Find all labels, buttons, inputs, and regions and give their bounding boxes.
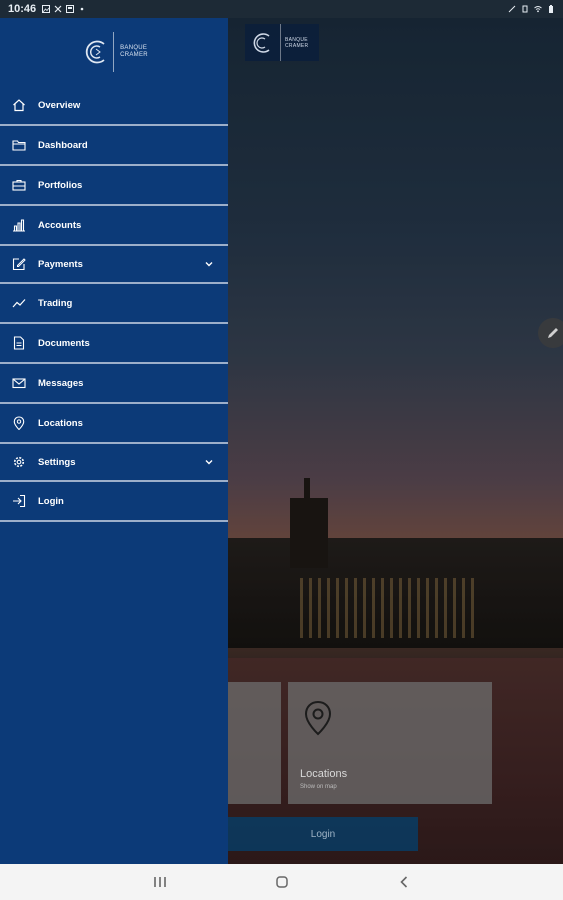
menu-item-trading[interactable]: Trading [0, 284, 228, 324]
map-pin-icon [304, 700, 332, 736]
edit-square-icon [12, 257, 26, 271]
home-icon [12, 98, 26, 112]
pencil-icon [548, 328, 558, 338]
home-circle-icon [275, 876, 288, 888]
trend-icon [12, 296, 26, 310]
menu-item-label: Overview [38, 99, 81, 111]
gear-icon [12, 455, 26, 469]
chevron-down-icon[interactable] [204, 457, 214, 467]
menu-item-settings[interactable]: Settings [0, 444, 228, 482]
status-time: 10:46 [8, 3, 37, 15]
image-notification-icon [42, 5, 51, 13]
back-chevron-icon [399, 876, 407, 888]
menu-item-label: Documents [38, 337, 90, 349]
menu-item-payments[interactable]: Payments [0, 246, 228, 284]
recent-apps-icon [153, 877, 166, 887]
navigation-drawer: BANQUE CRAMER Overview Dashboard Portfol… [0, 18, 228, 864]
brand-line-1: BANQUE [285, 36, 308, 43]
locations-tile-subtitle: Show on map [300, 784, 337, 790]
drawer-logo: BANQUE CRAMER [0, 18, 228, 86]
home-button[interactable] [272, 872, 292, 892]
menu-item-label: Settings [38, 456, 76, 468]
bar-chart-icon [12, 218, 26, 232]
back-button[interactable] [394, 872, 414, 892]
drawer-brand-line-2: CRAMER [120, 52, 148, 58]
menu-item-label: Dashboard [38, 139, 88, 151]
chevron-down-icon[interactable] [204, 259, 214, 269]
tools-notification-icon [54, 5, 62, 13]
menu-item-label: Locations [38, 417, 83, 429]
system-navigation-bar [0, 864, 563, 900]
banque-cramer-logo-icon [85, 40, 105, 64]
signal-off-icon [508, 5, 516, 13]
menu-item-label: Messages [38, 377, 84, 389]
menu-item-label: Trading [38, 297, 73, 309]
drawer-brand-line-1: BANQUE [120, 45, 148, 51]
banque-cramer-logo-icon [253, 32, 270, 53]
menu-item-accounts[interactable]: Accounts [0, 206, 228, 246]
menu-item-label: Accounts [38, 219, 82, 231]
sign-in-icon [12, 494, 26, 508]
menu-item-label: Payments [38, 258, 83, 270]
map-pin-icon [12, 416, 26, 430]
menu-item-locations[interactable]: Locations [0, 404, 228, 444]
edit-button[interactable] [538, 318, 563, 348]
document-icon [12, 336, 26, 350]
envelope-icon [12, 376, 26, 390]
status-bar: 10:46 [0, 0, 563, 18]
brand-line-2: CRAMER [285, 42, 309, 49]
folder-icon [12, 138, 26, 152]
menu-item-documents[interactable]: Documents [0, 324, 228, 364]
login-button[interactable]: Login [228, 817, 418, 851]
header-logo: BANQUE CRAMER [245, 24, 319, 61]
quick-access-tile[interactable] [228, 682, 281, 804]
menu-item-dashboard[interactable]: Dashboard [0, 126, 228, 166]
menu-item-messages[interactable]: Messages [0, 364, 228, 404]
menu-item-login[interactable]: Login [0, 482, 228, 522]
menu-item-overview[interactable]: Overview [0, 86, 228, 126]
menu-item-label: Login [38, 495, 64, 507]
cast-notification-icon [66, 5, 75, 13]
menu-item-portfolios[interactable]: Portfolios [0, 166, 228, 206]
recent-apps-button[interactable] [150, 872, 170, 892]
wifi-icon [534, 6, 542, 13]
dot-notification-icon [80, 7, 84, 11]
briefcase-icon [12, 178, 26, 192]
locations-tile[interactable]: Locations Show on map [288, 682, 492, 804]
menu-item-label: Portfolios [38, 179, 83, 191]
vibrate-icon [522, 5, 528, 13]
locations-tile-title: Locations [300, 768, 348, 780]
battery-icon [549, 5, 553, 13]
